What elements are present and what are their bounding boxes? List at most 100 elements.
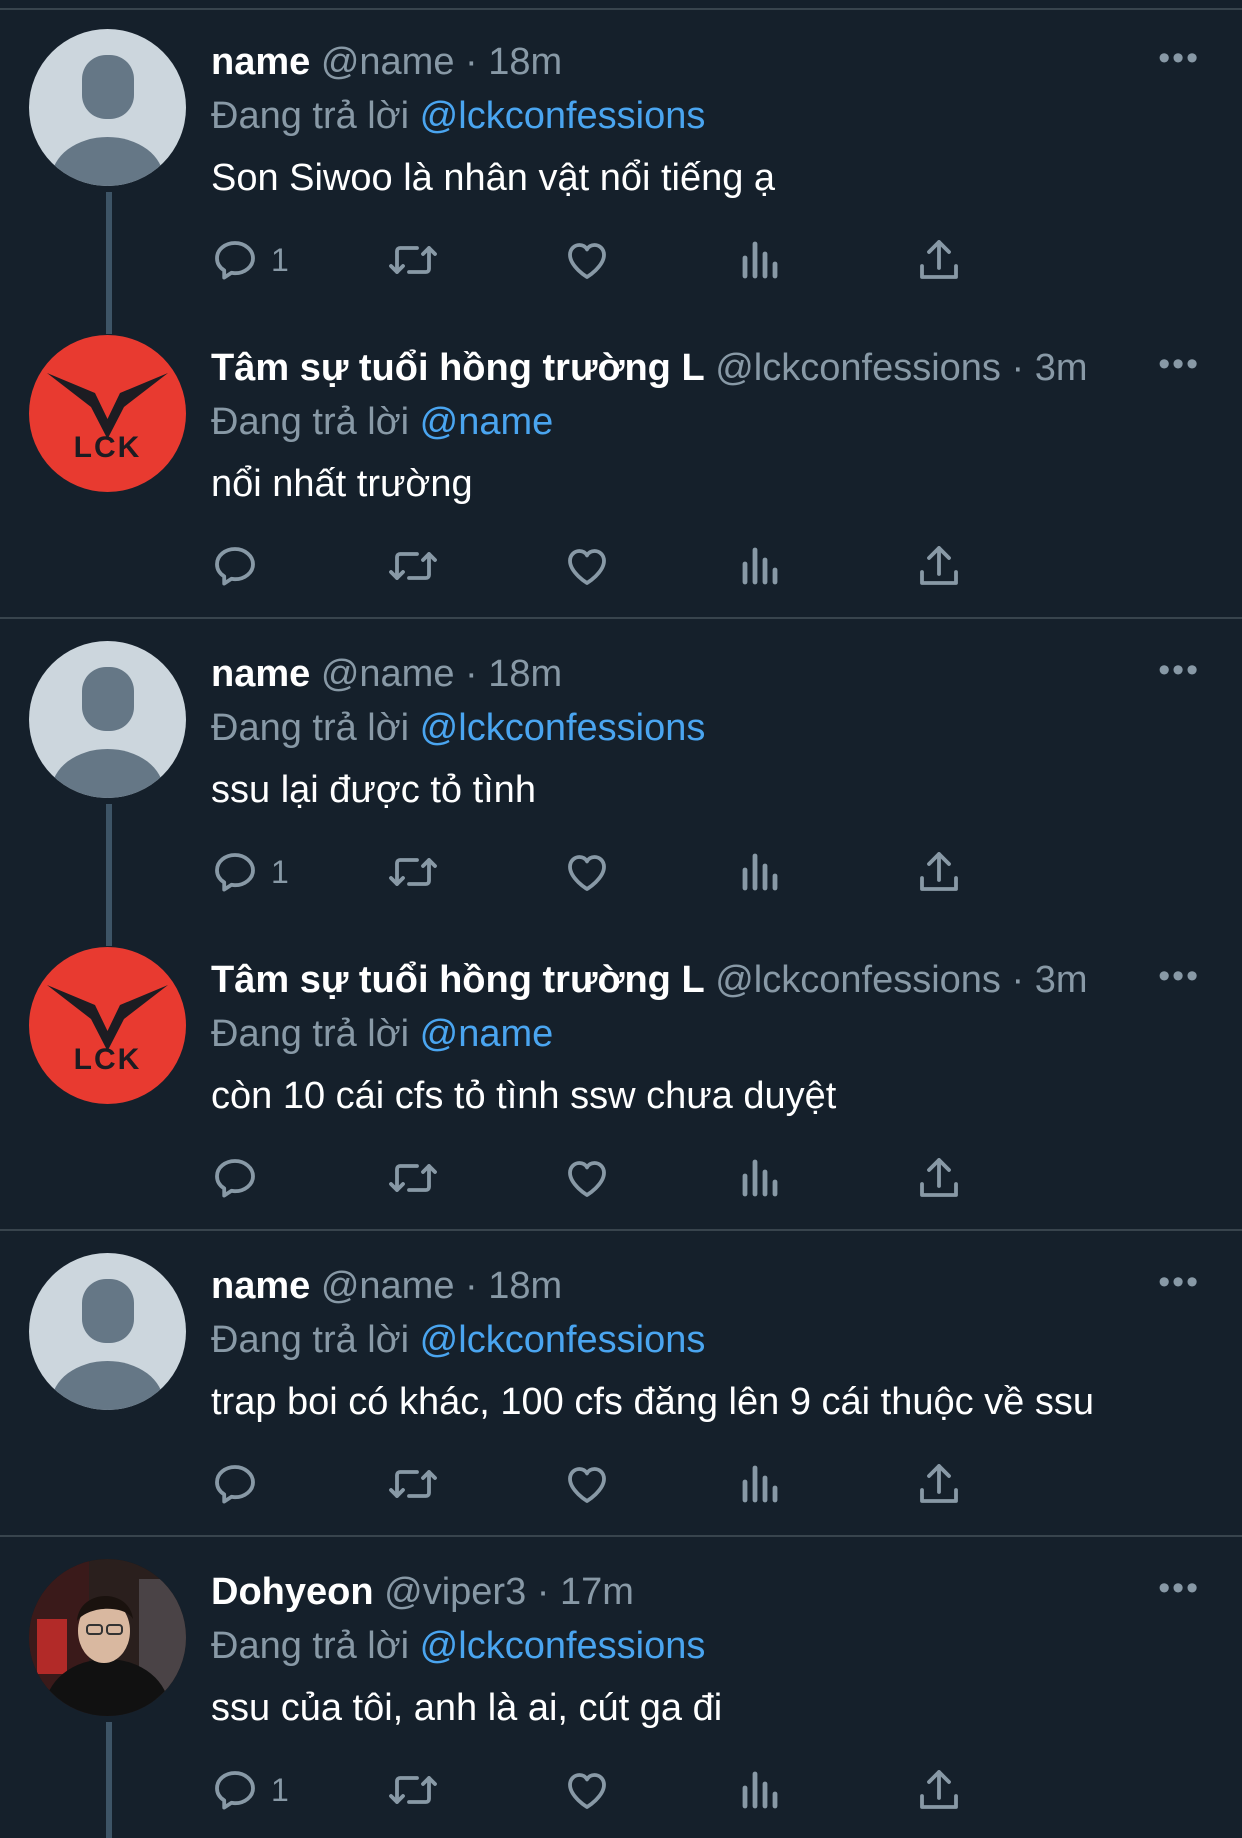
default-avatar[interactable] <box>29 641 186 798</box>
user-handle[interactable]: @viper3 <box>384 1571 526 1613</box>
retweet-button[interactable] <box>387 536 439 596</box>
display-name[interactable]: name <box>211 1265 310 1307</box>
lck-logo-text: LCK <box>74 1043 142 1076</box>
tweet-content: Tâm sự tuổi hồng trường L @lckconfession… <box>211 952 1212 1124</box>
timestamp[interactable]: 18m <box>488 653 562 695</box>
tweet-actions <box>211 1454 1111 1514</box>
reply-to-handle-link[interactable]: @lckconfessions <box>420 95 706 137</box>
like-button[interactable] <box>563 1760 611 1820</box>
more-options-icon[interactable]: ••• <box>1158 646 1200 694</box>
display-name[interactable]: name <box>211 41 310 83</box>
reply-count: 1 <box>271 853 289 890</box>
retweet-button[interactable] <box>387 230 439 290</box>
retweet-button[interactable] <box>387 1760 439 1820</box>
analytics-button[interactable] <box>739 1454 783 1514</box>
share-button[interactable] <box>915 1148 963 1208</box>
user-handle[interactable]: @name <box>321 41 455 83</box>
like-button[interactable] <box>563 230 611 290</box>
more-options-icon[interactable]: ••• <box>1158 34 1200 82</box>
reply-to-handle-link[interactable]: @lckconfessions <box>420 1625 706 1667</box>
tweet[interactable]: LCK Tâm sự tuổi hồng trường L @lckconfess… <box>0 306 1242 612</box>
analytics-button[interactable] <box>739 230 783 290</box>
share-button[interactable] <box>915 1454 963 1514</box>
retweet-button[interactable] <box>387 1454 439 1514</box>
share-icon <box>915 1766 963 1814</box>
tweet-content: Dohyeon @viper3 · 17m Đang trả lời @lckco… <box>211 1564 1212 1736</box>
retweet-icon <box>387 236 439 284</box>
analytics-button[interactable] <box>739 842 783 902</box>
replying-to-label: Đang trả lời <box>211 707 410 749</box>
like-button[interactable] <box>563 842 611 902</box>
reply-button[interactable]: 1 <box>211 842 289 902</box>
replying-to-label: Đang trả lời <box>211 95 410 137</box>
share-icon <box>915 542 963 590</box>
retweet-button[interactable] <box>387 1148 439 1208</box>
user-handle[interactable]: @lckconfessions <box>715 347 1001 389</box>
analytics-icon <box>739 848 783 896</box>
more-options-icon[interactable]: ••• <box>1158 340 1200 388</box>
tweet-actions: 1 <box>211 1760 1111 1820</box>
tweet-text: trap boi có khác, 100 cfs đăng lên 9 cái… <box>211 1381 1094 1423</box>
reply-button[interactable] <box>211 536 271 596</box>
tweet[interactable]: Dohyeon @viper3 · 17m Đang trả lời @lckco… <box>0 1530 1242 1836</box>
tweet[interactable]: name @name · 18m Đang trả lời @lckconfess… <box>0 612 1242 918</box>
tweet-actions <box>211 536 1111 596</box>
reply-to-handle-link[interactable]: @lckconfessions <box>420 1319 706 1361</box>
like-icon <box>563 236 611 284</box>
photo-avatar[interactable] <box>29 1559 186 1716</box>
replying-to: Đang trả lời @lckconfessions <box>211 704 1212 752</box>
reply-button[interactable]: 1 <box>211 230 289 290</box>
tweet[interactable]: name @name · 18m Đang trả lời @lckconfess… <box>0 1224 1242 1530</box>
more-options-icon[interactable]: ••• <box>1158 952 1200 1000</box>
like-button[interactable] <box>563 1454 611 1514</box>
lck-logo-avatar[interactable]: LCK <box>29 947 186 1104</box>
timestamp[interactable]: 3m <box>1035 347 1088 389</box>
tweet-text: nổi nhất trường <box>211 463 473 505</box>
share-icon <box>915 1154 963 1202</box>
like-button[interactable] <box>563 1148 611 1208</box>
like-button[interactable] <box>563 536 611 596</box>
share-icon <box>915 848 963 896</box>
reply-button[interactable] <box>211 1148 271 1208</box>
reply-button[interactable] <box>211 1454 271 1514</box>
more-options-icon[interactable]: ••• <box>1158 1258 1200 1306</box>
share-button[interactable] <box>915 1760 963 1820</box>
reply-button[interactable]: 1 <box>211 1760 289 1820</box>
share-button[interactable] <box>915 842 963 902</box>
analytics-button[interactable] <box>739 536 783 596</box>
display-name[interactable]: Dohyeon <box>211 1571 374 1613</box>
user-handle[interactable]: @name <box>321 1265 455 1307</box>
share-icon <box>915 236 963 284</box>
tweet-content: name @name · 18m Đang trả lời @lckconfess… <box>211 646 1212 818</box>
retweet-button[interactable] <box>387 842 439 902</box>
replying-to-label: Đang trả lời <box>211 1625 410 1667</box>
reply-to-handle-link[interactable]: @lckconfessions <box>420 707 706 749</box>
replying-to: Đang trả lời @lckconfessions <box>211 1316 1212 1364</box>
replying-to: Đang trả lời @name <box>211 398 1212 446</box>
tweet-text: ssu của tôi, anh là ai, cút ga đi <box>211 1687 723 1729</box>
user-handle[interactable]: @name <box>321 653 455 695</box>
display-name[interactable]: Tâm sự tuổi hồng trường L <box>211 959 705 1001</box>
share-button[interactable] <box>915 230 963 290</box>
tweet[interactable]: name @name · 18m Đang trả lời @lckconfess… <box>0 0 1242 306</box>
default-avatar[interactable] <box>29 1253 186 1410</box>
share-button[interactable] <box>915 536 963 596</box>
retweet-icon <box>387 542 439 590</box>
tweet[interactable]: LCK Tâm sự tuổi hồng trường L @lckconfess… <box>0 918 1242 1224</box>
more-options-icon[interactable]: ••• <box>1158 1564 1200 1612</box>
analytics-button[interactable] <box>739 1148 783 1208</box>
timestamp[interactable]: 3m <box>1035 959 1088 1001</box>
timestamp[interactable]: 18m <box>488 41 562 83</box>
reply-to-handle-link[interactable]: @name <box>420 1013 554 1055</box>
analytics-button[interactable] <box>739 1760 783 1820</box>
timestamp[interactable]: 17m <box>560 1571 634 1613</box>
retweet-icon <box>387 1766 439 1814</box>
retweet-icon <box>387 1460 439 1508</box>
timestamp[interactable]: 18m <box>488 1265 562 1307</box>
lck-logo-avatar[interactable]: LCK <box>29 335 186 492</box>
display-name[interactable]: name <box>211 653 310 695</box>
reply-to-handle-link[interactable]: @name <box>420 401 554 443</box>
display-name[interactable]: Tâm sự tuổi hồng trường L <box>211 347 705 389</box>
default-avatar[interactable] <box>29 29 186 186</box>
user-handle[interactable]: @lckconfessions <box>715 959 1001 1001</box>
